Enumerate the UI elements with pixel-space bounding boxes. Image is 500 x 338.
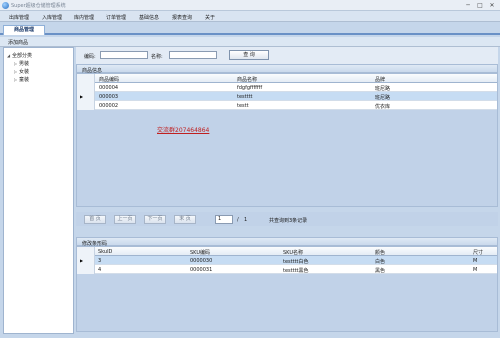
table-row[interactable]: 000004 fdgfgfffffff 班尼路 xyxy=(77,83,497,92)
row-indicator[interactable]: ▶ xyxy=(77,256,95,265)
tab-goods-management[interactable]: 商品管理 xyxy=(3,25,45,35)
column-header[interactable]: 尺寸 xyxy=(473,249,483,256)
row-header-corner xyxy=(77,247,95,256)
column-header[interactable]: 颜色 xyxy=(375,249,385,256)
cell-brand: 班尼路 xyxy=(375,86,391,92)
name-label: 名称: xyxy=(151,54,163,60)
title-bar: Super超级仓储管理系统 ─ □ ✕ xyxy=(0,0,500,11)
menu-basic-info[interactable]: 基础信息 xyxy=(139,14,159,21)
tree-node-women[interactable]: ▷ 女装 xyxy=(14,68,29,75)
tree-node-label: 童装 xyxy=(19,77,30,83)
code-input[interactable] xyxy=(100,51,148,59)
table-row[interactable]: 000002 testt 优衣库 xyxy=(77,101,497,110)
cell-size: M xyxy=(473,267,478,273)
row-indicator[interactable]: ▶ xyxy=(77,92,95,101)
toolbar: 添加商品 xyxy=(0,37,500,47)
menu-outbound[interactable]: 出库管理 xyxy=(9,14,29,21)
cell-name: fdgfgfffffff xyxy=(237,85,263,91)
last-page-button[interactable]: 末 页 xyxy=(174,215,196,224)
cell-name: testttt xyxy=(237,94,253,100)
table-row[interactable]: ▶ 000003 testttt 班尼路 xyxy=(77,92,497,101)
window-title: Super超级仓储管理系统 xyxy=(11,3,66,9)
menu-orders[interactable]: 订单管理 xyxy=(106,14,126,21)
column-header[interactable]: 品牌 xyxy=(375,76,385,83)
name-input[interactable] xyxy=(169,51,217,59)
qq-group-link[interactable]: 交流群207464864 xyxy=(157,125,209,134)
cell-sku-id: 3 xyxy=(98,258,102,264)
sku-grid: SkuID SKU编码 SKU名称 颜色 尺寸 ▶ 3 0000030 test… xyxy=(76,246,498,332)
row-indicator[interactable] xyxy=(77,83,95,92)
cell-color: 白色 xyxy=(375,259,386,265)
tree-node-kids[interactable]: ▷ 童装 xyxy=(14,76,29,83)
cell-sku-id: 4 xyxy=(98,267,102,273)
goods-section-header: 商品信息 xyxy=(76,64,498,74)
tree-node-men[interactable]: ▷ 男装 xyxy=(14,60,29,67)
cell-code: 000004 xyxy=(99,85,119,91)
maximize-button[interactable]: □ xyxy=(475,1,485,10)
grid-header: 商品编码 商品名称 品牌 xyxy=(77,74,497,83)
grid-header: SkuID SKU编码 SKU名称 颜色 尺寸 xyxy=(77,247,497,256)
cell-brand: 优衣库 xyxy=(375,104,391,110)
cell-color: 黑色 xyxy=(375,268,386,274)
pager: 首 页 上一页 下一页 末 页 1 / 1 共查询到3条记录 xyxy=(76,212,498,226)
tree-node-label: 女装 xyxy=(19,69,30,75)
menu-warehouse[interactable]: 库内管理 xyxy=(74,14,94,21)
column-header[interactable]: 商品编码 xyxy=(99,76,119,83)
tree-node-all[interactable]: ◢ 全部分类 xyxy=(7,52,32,59)
app-icon xyxy=(2,2,9,9)
query-button[interactable]: 查 询 xyxy=(229,50,269,60)
cell-sku-name: testttt黑色 xyxy=(283,268,309,274)
prev-page-button[interactable]: 上一页 xyxy=(114,215,136,224)
page-number-input[interactable]: 1 xyxy=(215,215,233,224)
cell-size: M xyxy=(473,258,478,264)
tree-node-label: 全部分类 xyxy=(12,53,33,59)
total-pages: 1 xyxy=(244,217,248,223)
menu-bar: 出库管理 入库管理 库内管理 订单管理 基础信息 报表查询 关于 xyxy=(0,11,500,22)
column-header[interactable]: SkuID xyxy=(98,249,112,255)
column-header[interactable]: 商品名称 xyxy=(237,76,257,83)
cell-name: testt xyxy=(237,103,249,109)
record-count: 共查询到3条记录 xyxy=(269,218,308,224)
row-pointer-icon: ▶ xyxy=(80,258,84,263)
first-page-button[interactable]: 首 页 xyxy=(84,215,106,224)
cell-sku-code: 0000031 xyxy=(190,267,213,273)
cell-brand: 班尼路 xyxy=(375,95,391,101)
row-pointer-icon: ▶ xyxy=(80,94,84,99)
cell-sku-code: 0000030 xyxy=(190,258,213,264)
close-button[interactable]: ✕ xyxy=(487,1,497,10)
minimize-button[interactable]: ─ xyxy=(463,1,473,10)
row-indicator[interactable] xyxy=(77,265,95,274)
cell-code: 000002 xyxy=(99,103,119,109)
sku-section-header: 修改条形码 xyxy=(76,237,498,247)
tree-node-label: 男装 xyxy=(19,61,30,67)
code-label: 编码: xyxy=(84,54,96,60)
row-header-corner xyxy=(77,74,95,83)
tab-strip: 商品管理 xyxy=(0,22,500,35)
table-row[interactable]: ▶ 3 0000030 testttt白色 白色 M xyxy=(77,256,497,265)
search-panel: 编码: 名称: 查 询 xyxy=(76,47,498,64)
column-header[interactable]: SKU名称 xyxy=(283,249,303,256)
row-indicator[interactable] xyxy=(77,101,95,110)
column-header[interactable]: SKU编码 xyxy=(190,249,210,256)
cell-sku-name: testttt白色 xyxy=(283,259,309,265)
menu-about[interactable]: 关于 xyxy=(205,14,215,21)
menu-inbound[interactable]: 入库管理 xyxy=(42,14,62,21)
page-separator: / xyxy=(237,217,239,223)
cell-code: 000003 xyxy=(99,94,119,100)
category-tree: ◢ 全部分类 ▷ 男装 ▷ 女装 ▷ 童装 xyxy=(3,47,74,334)
goods-grid: 商品编码 商品名称 品牌 000004 fdgfgfffffff 班尼路 ▶ 0… xyxy=(76,73,498,207)
next-page-button[interactable]: 下一页 xyxy=(144,215,166,224)
table-row[interactable]: 4 0000031 testttt黑色 黑色 M xyxy=(77,265,497,274)
menu-reports[interactable]: 报表查询 xyxy=(172,14,192,21)
add-goods-button[interactable]: 添加商品 xyxy=(8,39,28,46)
